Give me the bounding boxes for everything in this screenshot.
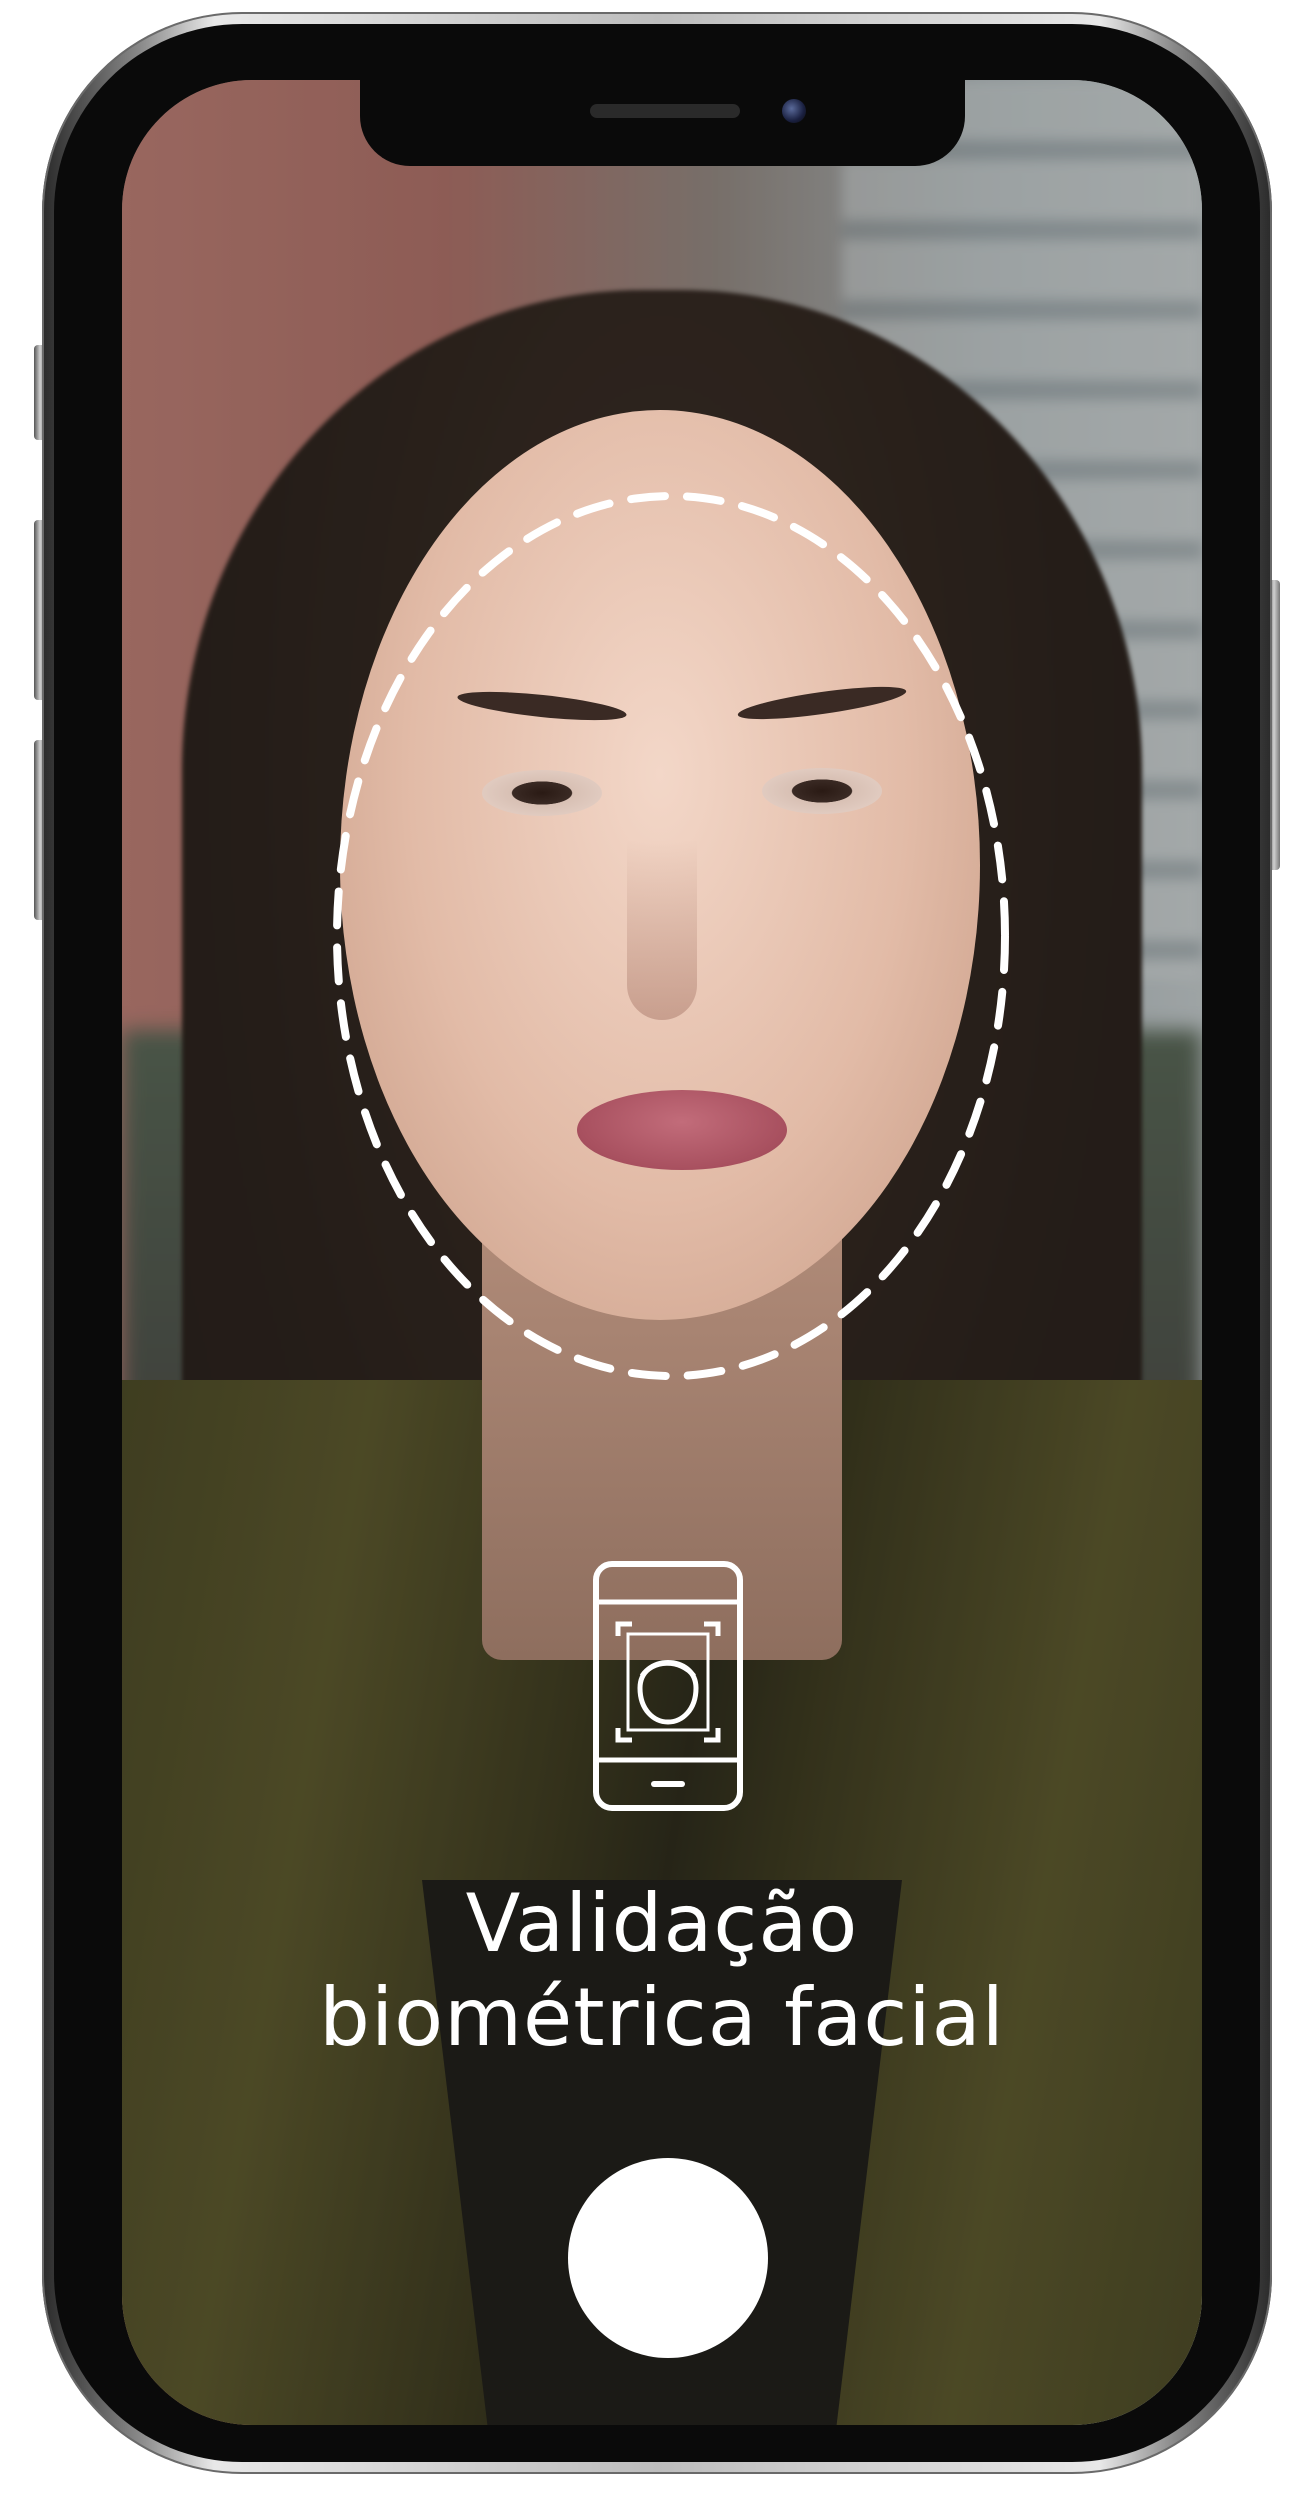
face-outline-guide xyxy=(333,492,1009,1380)
face-scan-phone-icon xyxy=(593,1561,743,1811)
title-line-1: Validação xyxy=(465,1877,859,1970)
phone-notch xyxy=(360,80,965,166)
front-camera-icon xyxy=(782,99,806,123)
title-line-2: biométrica facial xyxy=(319,1971,1005,2064)
earpiece-speaker xyxy=(590,104,740,118)
capture-button[interactable] xyxy=(568,2158,768,2358)
